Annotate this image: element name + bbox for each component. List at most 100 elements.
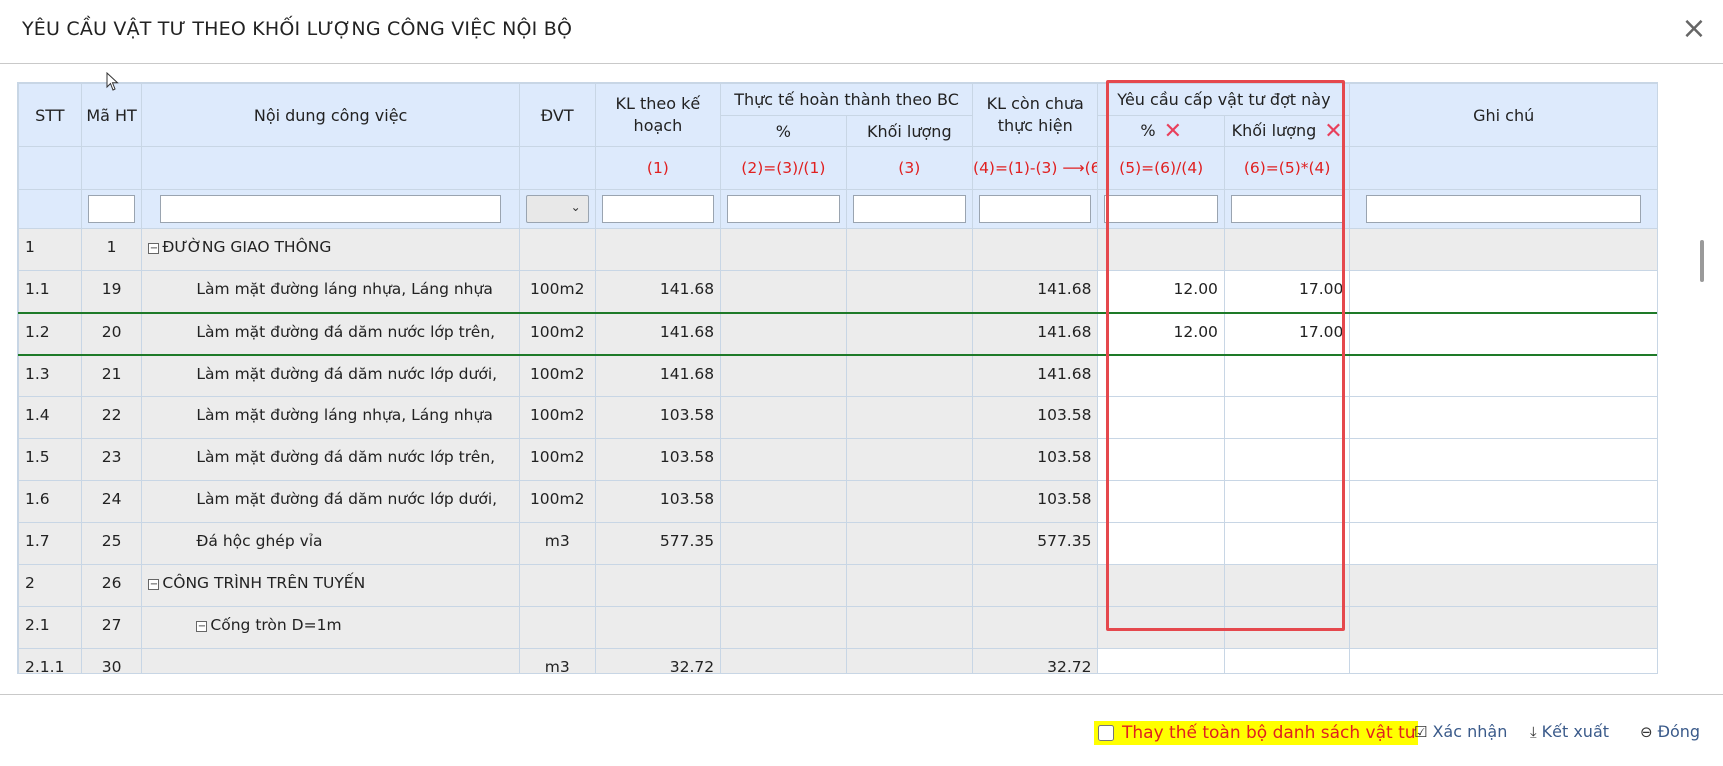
row-request-percent[interactable]: 12.00 xyxy=(1097,270,1225,313)
table-row[interactable]: 1.2 20 Làm mặt đường đá dăm nước lớp trên,… xyxy=(18,311,1657,356)
row-request-volume[interactable] xyxy=(1223,648,1351,673)
close-button[interactable]: ⊖ Đóng xyxy=(1640,722,1700,741)
filter-ma-ht-input[interactable] xyxy=(87,195,136,223)
confirm-button[interactable]: ☑ Xác nhận xyxy=(1414,722,1507,741)
row-cell-empty xyxy=(1097,606,1225,649)
row-notes[interactable] xyxy=(1349,522,1657,565)
row-remaining-volume: 103.58 xyxy=(972,438,1099,481)
table-row[interactable]: 1.5 23 Làm mặt đường đá dăm nước lớp trên,… xyxy=(18,438,1657,481)
row-notes[interactable] xyxy=(1349,438,1657,481)
filter-planned-volume-input[interactable] xyxy=(601,195,715,223)
row-content: Làm mặt đường đá dăm nước lớp dưới, xyxy=(141,480,520,523)
formula-cell-empty xyxy=(18,146,82,190)
row-request-volume[interactable] xyxy=(1223,480,1351,523)
row-request-volume[interactable] xyxy=(1223,354,1351,397)
filter-request-percent-input[interactable] xyxy=(1104,195,1218,223)
row-request-percent[interactable] xyxy=(1097,438,1225,481)
row-actual-percent xyxy=(720,354,847,397)
formula-3: (3) xyxy=(845,146,974,190)
row-remaining-volume: 32.72 xyxy=(972,648,1099,673)
row-remaining-volume: 103.58 xyxy=(972,480,1099,523)
collapse-toggle-icon[interactable]: − xyxy=(148,243,160,254)
row-request-volume[interactable]: 17.00 xyxy=(1223,270,1351,313)
row-notes[interactable] xyxy=(1349,396,1657,439)
dialog-header: YÊU CẦU VẬT TƯ THEO KHỐI LƯỢNG CÔNG VIỆC… xyxy=(0,0,1723,64)
filter-content-input[interactable] xyxy=(160,195,501,223)
col-header-actual-percent: % xyxy=(720,115,847,147)
table-row[interactable]: 2 26− CÔNG TRÌNH TRÊN TUYẾN xyxy=(18,564,1657,607)
row-remaining-volume: 141.68 xyxy=(972,311,1099,356)
filter-actual-percent-input[interactable] xyxy=(727,195,840,223)
row-request-percent[interactable] xyxy=(1097,396,1225,439)
row-cell-empty xyxy=(1223,228,1351,271)
row-request-volume[interactable] xyxy=(1223,438,1351,481)
row-content: Làm mặt đường láng nhựa, Láng nhựa xyxy=(141,396,520,439)
table-row[interactable]: 1.6 24 Làm mặt đường đá dăm nước lớp dưới,… xyxy=(18,480,1657,523)
table-row[interactable]: 1.1 19 Làm mặt đường láng nhựa, Láng nhựa 1… xyxy=(18,270,1657,313)
filter-notes-input[interactable] xyxy=(1366,195,1641,223)
row-remaining-volume: 141.68 xyxy=(972,270,1099,313)
filter-request-volume-input[interactable] xyxy=(1230,195,1344,223)
check-square-icon: ☑ xyxy=(1414,722,1428,741)
row-notes[interactable] xyxy=(1349,480,1657,523)
row-request-percent[interactable]: 12.00 xyxy=(1097,311,1225,356)
row-notes[interactable] xyxy=(1349,311,1657,356)
row-actual-volume xyxy=(845,311,974,356)
row-ma-ht: 26 xyxy=(80,564,143,607)
formula-cell-empty xyxy=(1349,146,1657,190)
table-row[interactable]: 1.7 25 Đá hộc ghép vỉa m3 577.35 577.35 xyxy=(18,522,1657,565)
replace-all-option[interactable]: Thay thế toàn bộ danh sách vật tư xyxy=(1094,721,1418,745)
row-request-percent[interactable] xyxy=(1097,480,1225,523)
row-cell-empty xyxy=(720,228,847,271)
row-planned-volume: 141.68 xyxy=(594,311,722,356)
row-request-percent[interactable] xyxy=(1097,354,1225,397)
col-header-notes: Ghi chú xyxy=(1349,83,1657,147)
filter-remaining-volume-input[interactable] xyxy=(979,195,1092,223)
row-unit: 100m2 xyxy=(518,480,596,523)
row-cell-empty xyxy=(845,564,974,607)
row-request-percent[interactable] xyxy=(1097,522,1225,565)
row-notes[interactable] xyxy=(1349,270,1657,313)
row-content: Đá hộc ghép vỉa xyxy=(141,522,520,565)
filter-actual-volume-input[interactable] xyxy=(852,195,967,223)
collapse-toggle-icon[interactable]: − xyxy=(196,621,208,632)
table-row[interactable]: 1.4 22 Làm mặt đường láng nhựa, Láng nhựa 1… xyxy=(18,396,1657,439)
minus-circle-icon: ⊖ xyxy=(1640,722,1653,741)
dialog-title: YÊU CẦU VẬT TƯ THEO KHỐI LƯỢNG CÔNG VIỆC… xyxy=(22,18,573,40)
row-content[interactable]: − ĐƯỜNG GIAO THÔNG xyxy=(141,228,520,271)
row-request-volume[interactable] xyxy=(1223,396,1351,439)
table-row[interactable]: 1.3 21 Làm mặt đường đá dăm nước lớp dưới,… xyxy=(18,354,1657,397)
col-header-unit: ĐVT xyxy=(518,83,596,147)
row-remaining-volume: 577.35 xyxy=(972,522,1099,565)
row-content[interactable]: − Cống tròn D=1m xyxy=(141,606,520,649)
row-stt: 1.5 xyxy=(18,438,82,481)
close-icon[interactable]: × xyxy=(1679,14,1709,44)
row-cell-empty xyxy=(1349,564,1657,607)
row-planned-volume: 577.35 xyxy=(594,522,722,565)
row-notes[interactable] xyxy=(1349,648,1657,673)
vertical-scrollbar[interactable] xyxy=(1700,240,1704,282)
row-stt: 1.6 xyxy=(18,480,82,523)
clear-volume-x-icon[interactable]: ✕ xyxy=(1324,119,1342,144)
row-actual-percent xyxy=(720,270,847,313)
row-content[interactable]: − CÔNG TRÌNH TRÊN TUYẾN xyxy=(141,564,520,607)
row-request-percent[interactable] xyxy=(1097,648,1225,673)
table-row[interactable]: 2.1 27− Cống tròn D=1m xyxy=(18,606,1657,649)
replace-all-checkbox[interactable] xyxy=(1098,725,1114,741)
row-request-volume[interactable] xyxy=(1223,522,1351,565)
row-request-volume[interactable]: 17.00 xyxy=(1223,311,1351,356)
row-actual-volume xyxy=(845,438,974,481)
collapse-toggle-icon[interactable]: − xyxy=(148,579,160,590)
group-label: Cống tròn D=1m xyxy=(210,616,342,634)
export-button[interactable]: ⤓ Kết xuất xyxy=(1530,722,1609,741)
row-stt: 1.4 xyxy=(18,396,82,439)
table-row[interactable]: 1 1− ĐƯỜNG GIAO THÔNG xyxy=(18,228,1657,271)
filter-unit-select[interactable]: ⌄ xyxy=(525,195,589,223)
row-notes[interactable] xyxy=(1349,354,1657,397)
row-cell-empty xyxy=(1349,228,1657,271)
clear-percent-x-icon[interactable]: ✕ xyxy=(1164,119,1182,144)
table-row[interactable]: 2.1.1 30 m3 32.72 32.72 xyxy=(18,648,1657,673)
row-cell-empty xyxy=(594,606,722,649)
row-ma-ht: 21 xyxy=(80,354,143,397)
work-volume-grid: STT Mã HT Nội dung công việc ĐVT KL theo… xyxy=(17,82,1658,674)
